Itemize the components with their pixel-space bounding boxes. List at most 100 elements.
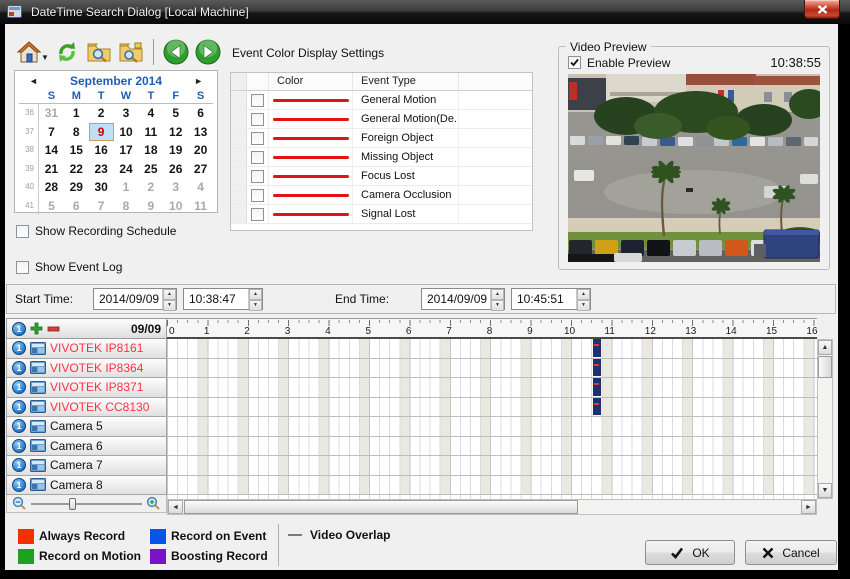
calendar-day[interactable]: 23 xyxy=(89,160,114,179)
camera-label[interactable]: 1Camera 8 xyxy=(6,476,167,496)
calendar-day[interactable]: 20 xyxy=(188,141,213,160)
home-dropdown-caret[interactable]: ▼ xyxy=(41,53,49,62)
calendar-day[interactable]: 8 xyxy=(64,123,89,142)
calendar-day[interactable]: 11 xyxy=(188,197,213,216)
calendar-day[interactable]: 5 xyxy=(39,197,64,216)
timeline-grid-cell[interactable] xyxy=(167,417,817,437)
folder-event-search-button[interactable] xyxy=(115,37,147,67)
event-checkbox[interactable] xyxy=(251,208,264,221)
next-day-button[interactable] xyxy=(192,37,224,67)
camera-label[interactable]: 1VIVOTEK CC8130 xyxy=(6,398,167,418)
camera-label[interactable]: 1Camera 6 xyxy=(6,437,167,457)
timeline-grid-cell[interactable] xyxy=(167,398,817,418)
calendar-day[interactable]: 7 xyxy=(89,197,114,216)
calendar-day[interactable]: 6 xyxy=(188,104,213,123)
calendar-prev-icon[interactable]: ◄ xyxy=(29,76,38,86)
calendar-next-icon[interactable]: ► xyxy=(194,76,203,86)
start-date-field[interactable]: 2014/09/09 ▲▼ xyxy=(93,288,177,310)
show-recording-schedule-checkbox[interactable] xyxy=(16,225,29,238)
camera-label[interactable]: 1VIVOTEK IP8371 xyxy=(6,378,167,398)
timeline-grid-cell[interactable] xyxy=(167,339,817,359)
end-date-field[interactable]: 2014/09/09 ▲▼ xyxy=(421,288,505,310)
remove-camera-icon[interactable] xyxy=(47,326,60,332)
camera-label[interactable]: 1Camera 7 xyxy=(6,456,167,476)
camera-label[interactable]: 1VIVOTEK IP8161 xyxy=(6,339,167,359)
calendar-day[interactable]: 6 xyxy=(64,197,89,216)
zoom-slider-track[interactable] xyxy=(31,503,142,505)
calendar-day[interactable]: 12 xyxy=(163,123,188,142)
timeline-grid-cell[interactable] xyxy=(167,378,817,398)
calendar-day[interactable]: 2 xyxy=(89,104,114,123)
calendar-day[interactable]: 9 xyxy=(138,197,163,216)
calendar-day[interactable]: 18 xyxy=(138,141,163,160)
event-row-selector[interactable] xyxy=(231,148,247,166)
ok-button[interactable]: OK xyxy=(645,540,735,565)
cancel-button[interactable]: Cancel xyxy=(745,540,837,565)
calendar-day[interactable]: 31 xyxy=(39,104,64,123)
calendar-day[interactable]: 16 xyxy=(89,141,114,160)
event-row-selector[interactable] xyxy=(231,186,247,204)
start-time-spinner[interactable]: ▲▼ xyxy=(248,289,262,309)
calendar-day[interactable]: 27 xyxy=(188,160,213,179)
reconnect-button[interactable] xyxy=(51,37,83,67)
calendar-day[interactable]: 24 xyxy=(114,160,139,179)
event-row-selector[interactable] xyxy=(231,205,247,223)
spin-down-icon[interactable]: ▼ xyxy=(491,300,504,311)
calendar-day[interactable]: 10 xyxy=(114,123,139,142)
spin-down-icon[interactable]: ▼ xyxy=(163,300,176,311)
spin-up-icon[interactable]: ▲ xyxy=(249,289,262,300)
show-event-log-checkbox[interactable] xyxy=(16,261,29,274)
calendar-day[interactable]: 4 xyxy=(138,104,163,123)
horizontal-scrollbar-thumb[interactable] xyxy=(184,500,578,514)
timeline-horizontal-scrollbar[interactable]: ◄ ► xyxy=(167,499,817,515)
calendar-month-label[interactable]: September 2014 xyxy=(70,74,162,88)
event-row-selector[interactable] xyxy=(231,91,247,109)
calendar-day[interactable]: 25 xyxy=(138,160,163,179)
start-time-field[interactable]: 10:38:47 ▲▼ xyxy=(183,288,263,310)
event-checkbox[interactable] xyxy=(251,132,264,145)
calendar-day[interactable]: 5 xyxy=(163,104,188,123)
spin-up-icon[interactable]: ▲ xyxy=(491,289,504,300)
close-button[interactable] xyxy=(804,0,840,19)
event-checkbox[interactable] xyxy=(251,151,264,164)
calendar-day[interactable]: 28 xyxy=(39,178,64,197)
timeline-grid-cell[interactable] xyxy=(167,359,817,379)
previous-day-button[interactable] xyxy=(160,37,192,67)
scroll-left-icon[interactable]: ◄ xyxy=(168,500,183,514)
vertical-scrollbar-thumb[interactable] xyxy=(818,356,832,378)
calendar-day[interactable]: 15 xyxy=(64,141,89,160)
calendar-day[interactable]: 3 xyxy=(114,104,139,123)
calendar-day[interactable]: 30 xyxy=(89,178,114,197)
add-camera-icon[interactable] xyxy=(30,322,43,335)
calendar-day[interactable]: 3 xyxy=(163,178,188,197)
start-date-spinner[interactable]: ▲▼ xyxy=(162,289,176,309)
calendar-day[interactable]: 8 xyxy=(114,197,139,216)
zoom-slider-thumb[interactable] xyxy=(69,498,76,510)
event-row-selector[interactable] xyxy=(231,167,247,185)
timeline-grid-cell[interactable] xyxy=(167,437,817,457)
scroll-up-icon[interactable]: ▲ xyxy=(818,340,832,355)
event-checkbox[interactable] xyxy=(251,94,264,107)
zoom-out-icon[interactable] xyxy=(12,496,27,511)
calendar-day[interactable]: 9 xyxy=(89,123,114,142)
event-checkbox[interactable] xyxy=(251,189,264,202)
calendar-day[interactable]: 26 xyxy=(163,160,188,179)
event-row-selector[interactable] xyxy=(231,110,247,128)
spin-down-icon[interactable]: ▼ xyxy=(249,300,262,311)
timeline-grid-cell[interactable] xyxy=(167,456,817,476)
calendar-day[interactable]: 29 xyxy=(64,178,89,197)
calendar-day[interactable]: 11 xyxy=(138,123,163,142)
calendar-day[interactable]: 14 xyxy=(39,141,64,160)
calendar-day[interactable]: 1 xyxy=(114,178,139,197)
folder-search-button[interactable] xyxy=(83,37,115,67)
spin-down-icon[interactable]: ▼ xyxy=(577,300,590,311)
title-bar[interactable]: DateTime Search Dialog [Local Machine] xyxy=(0,0,850,24)
event-row-selector[interactable] xyxy=(231,129,247,147)
scroll-down-icon[interactable]: ▼ xyxy=(818,483,832,498)
timeline-grid-cell[interactable] xyxy=(167,476,817,496)
scroll-right-icon[interactable]: ► xyxy=(801,500,816,514)
event-checkbox[interactable] xyxy=(251,170,264,183)
timeline-vertical-scrollbar[interactable]: ▲ ▼ xyxy=(817,339,833,499)
enable-preview-checkbox[interactable] xyxy=(568,56,581,69)
end-time-field[interactable]: 10:45:51 ▲▼ xyxy=(511,288,591,310)
